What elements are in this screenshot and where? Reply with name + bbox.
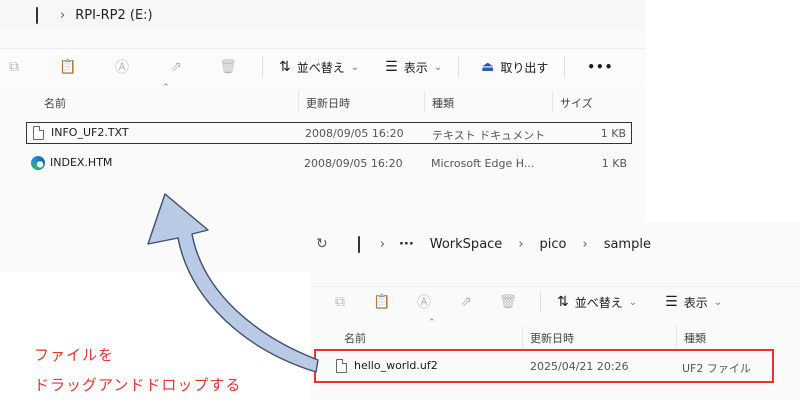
instruction-caption-line2: ドラッグアンドドロップする	[34, 376, 242, 394]
instruction-caption-line1: ファイルを	[34, 346, 115, 364]
drag-arrow	[147, 193, 319, 373]
